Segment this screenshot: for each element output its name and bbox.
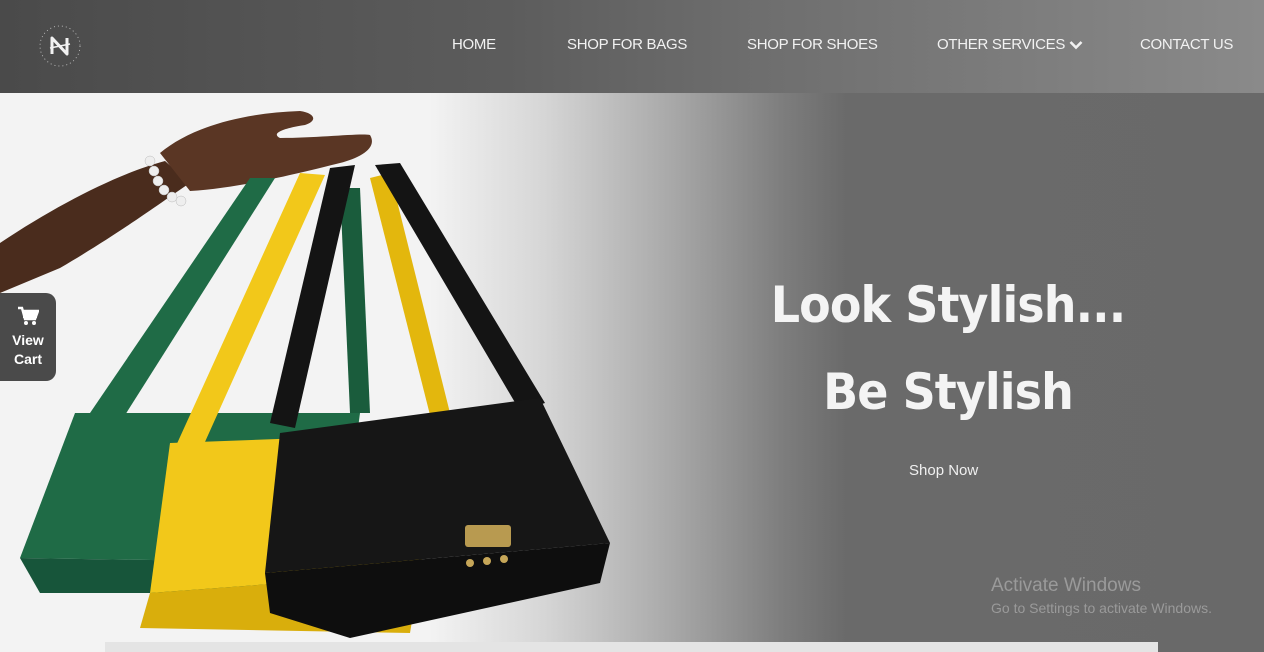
nav-shop-shoes[interactable]: SHOP FOR SHOES <box>747 36 878 53</box>
handbags-image <box>0 111 610 638</box>
view-cart-button[interactable]: View Cart <box>0 293 56 381</box>
activation-subtitle: Go to Settings to activate Windows. <box>991 600 1212 616</box>
nav-other-services-label: OTHER SERVICES <box>937 36 1066 53</box>
cart-label-line2: Cart <box>13 350 42 367</box>
nav-contact-us[interactable]: CONTACT US <box>1140 36 1233 53</box>
chevron-down-icon <box>1069 37 1083 54</box>
hero-headline-2: Be Stylish <box>823 363 1074 421</box>
hero-banner: Look Stylish... Be Stylish Shop Now Acti… <box>0 93 1264 652</box>
nav-home[interactable]: HOME <box>452 36 496 53</box>
windows-activation-watermark: Activate Windows Go to Settings to activ… <box>991 575 1212 616</box>
activation-title: Activate Windows <box>991 575 1141 596</box>
nav-other-services[interactable]: OTHER SERVICES <box>937 36 1083 54</box>
nav-shop-bags[interactable]: SHOP FOR BAGS <box>567 36 687 53</box>
main-nav: HOME SHOP FOR BAGS SHOP FOR SHOES OTHER … <box>0 0 1264 93</box>
cart-label-line1: View <box>12 331 44 348</box>
content-section-edge <box>105 642 1158 652</box>
shop-now-link[interactable]: Shop Now <box>909 462 978 479</box>
cart-icon <box>17 306 40 331</box>
hero-headline-1: Look Stylish... <box>770 276 1126 334</box>
site-header: HOME SHOP FOR BAGS SHOP FOR SHOES OTHER … <box>0 0 1264 93</box>
